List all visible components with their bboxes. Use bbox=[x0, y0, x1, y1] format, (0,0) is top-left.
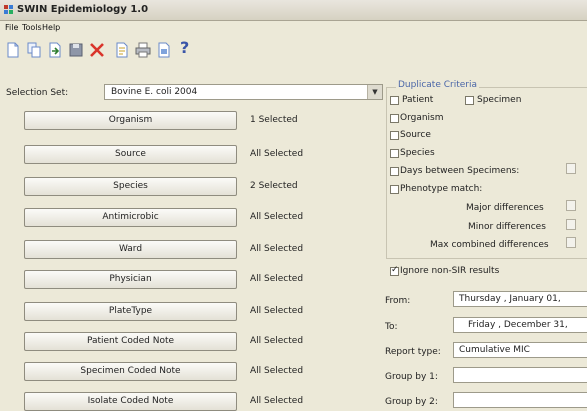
minor-differences-label: Minor differences bbox=[468, 222, 546, 232]
platetype-button[interactable]: PlateType bbox=[24, 302, 237, 321]
menu-help[interactable]: Help bbox=[42, 23, 60, 32]
physician-status: All Selected bbox=[250, 274, 304, 284]
save-icon[interactable] bbox=[67, 41, 85, 59]
ignore-non-sir-checkbox[interactable] bbox=[390, 265, 399, 276]
to-label: To: bbox=[385, 322, 398, 332]
from-label: From: bbox=[385, 296, 411, 306]
selection-set-value: Bovine E. coli 2004 bbox=[111, 87, 198, 97]
source-checkbox[interactable] bbox=[390, 131, 399, 140]
specimen-checkbox-label: Specimen bbox=[477, 95, 522, 105]
organism-button[interactable]: Organism bbox=[24, 111, 237, 130]
minor-differences-input[interactable] bbox=[566, 219, 576, 230]
ward-button[interactable]: Ward bbox=[24, 240, 237, 259]
organism-checkbox-label: Organism bbox=[400, 113, 444, 123]
patient-checkbox-label: Patient bbox=[402, 95, 434, 105]
menu-bar: File Tools Help bbox=[0, 21, 587, 35]
ward-status: All Selected bbox=[250, 244, 304, 254]
specimen-coded-note-status: All Selected bbox=[250, 366, 304, 376]
ignore-non-sir-label: Ignore non-SIR results bbox=[400, 266, 500, 276]
phenotype-checkbox[interactable] bbox=[390, 185, 399, 194]
title-bar: SWIN Epidemiology 1.0 bbox=[0, 0, 587, 21]
app-icon bbox=[4, 5, 13, 14]
report-icon[interactable] bbox=[113, 41, 131, 59]
major-differences-input[interactable] bbox=[566, 200, 576, 211]
import-icon[interactable] bbox=[46, 41, 64, 59]
isolate-coded-note-button[interactable]: Isolate Coded Note bbox=[24, 392, 237, 411]
group-by-1-dropdown[interactable] bbox=[453, 367, 587, 383]
chevron-down-icon[interactable]: ▼ bbox=[367, 85, 382, 99]
species-status: 2 Selected bbox=[250, 181, 298, 191]
new-document-icon[interactable] bbox=[4, 41, 22, 59]
major-differences-label: Major differences bbox=[466, 203, 544, 213]
species-checkbox[interactable] bbox=[390, 149, 399, 158]
antimicrobic-status: All Selected bbox=[250, 212, 304, 222]
menu-tools[interactable]: Tools bbox=[22, 23, 42, 32]
help-icon[interactable]: ? bbox=[180, 38, 189, 57]
species-button[interactable]: Species bbox=[24, 177, 237, 196]
patient-coded-note-status: All Selected bbox=[250, 336, 304, 346]
organism-status: 1 Selected bbox=[250, 115, 298, 125]
report-type-value: Cumulative MIC bbox=[459, 345, 530, 355]
specimen-checkbox[interactable] bbox=[465, 96, 474, 105]
report-type-dropdown[interactable]: Cumulative MIC bbox=[453, 342, 587, 358]
export-icon[interactable] bbox=[155, 41, 173, 59]
group-by-2-dropdown[interactable] bbox=[453, 392, 587, 408]
patient-checkbox[interactable] bbox=[390, 96, 399, 105]
organism-checkbox[interactable] bbox=[390, 114, 399, 123]
source-button[interactable]: Source bbox=[24, 145, 237, 164]
days-between-input[interactable] bbox=[566, 163, 576, 174]
days-between-label: Days between Specimens: bbox=[400, 166, 520, 176]
max-combined-label: Max combined differences bbox=[430, 240, 549, 250]
window-title: SWIN Epidemiology 1.0 bbox=[17, 4, 149, 15]
selection-set-dropdown[interactable]: Bovine E. coli 2004 ▼ bbox=[104, 84, 383, 100]
group-by-1-label: Group by 1: bbox=[385, 372, 438, 382]
copy-icon[interactable] bbox=[25, 41, 43, 59]
patient-coded-note-button[interactable]: Patient Coded Note bbox=[24, 332, 237, 351]
toolbar: ? bbox=[0, 36, 587, 62]
duplicate-criteria-title: Duplicate Criteria bbox=[396, 80, 480, 90]
max-combined-input[interactable] bbox=[566, 237, 576, 248]
phenotype-label: Phenotype match: bbox=[400, 184, 483, 194]
antimicrobic-button[interactable]: Antimicrobic bbox=[24, 208, 237, 227]
isolate-coded-note-status: All Selected bbox=[250, 396, 304, 406]
source-status: All Selected bbox=[250, 149, 304, 159]
species-checkbox-label: Species bbox=[400, 148, 435, 158]
selection-set-label: Selection Set: bbox=[6, 88, 69, 98]
report-type-label: Report type: bbox=[385, 347, 441, 357]
source-checkbox-label: Source bbox=[400, 130, 431, 140]
days-between-checkbox[interactable] bbox=[390, 167, 399, 176]
to-date-value: Friday , December 31, bbox=[468, 320, 568, 330]
platetype-status: All Selected bbox=[250, 306, 304, 316]
from-date-value: Thursday , January 01, bbox=[459, 294, 561, 304]
menu-file[interactable]: File bbox=[5, 23, 18, 32]
physician-button[interactable]: Physician bbox=[24, 270, 237, 289]
print-icon[interactable] bbox=[134, 41, 152, 59]
specimen-coded-note-button[interactable]: Specimen Coded Note bbox=[24, 362, 237, 381]
group-by-2-label: Group by 2: bbox=[385, 397, 438, 407]
to-date-field[interactable]: Friday , December 31, bbox=[453, 317, 587, 333]
from-date-field[interactable]: Thursday , January 01, bbox=[453, 291, 587, 307]
delete-icon[interactable] bbox=[88, 41, 106, 59]
